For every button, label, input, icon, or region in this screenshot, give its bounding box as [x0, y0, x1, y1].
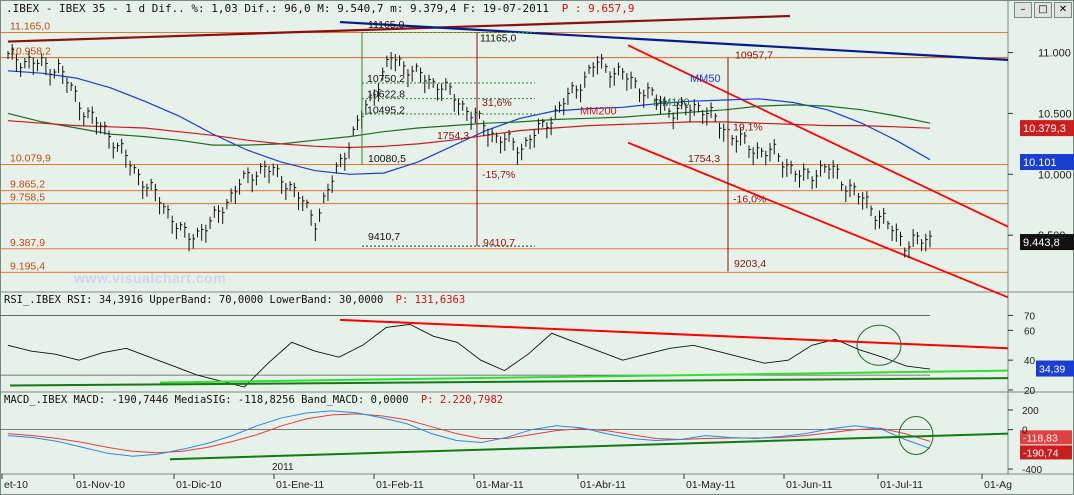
- rsi-header-text: RSI_.IBEX RSI: 34,3916 UpperBand: 70,000…: [4, 294, 384, 306]
- price-header-text: .IBEX - IBEX 35 - 1 d Dif.. %: 1,03 Dif.…: [6, 2, 550, 15]
- chart-annotation: 10495,2: [367, 104, 405, 116]
- maximize-button[interactable]: □: [1034, 2, 1052, 18]
- macd-last-value-label: -118,83: [1023, 432, 1058, 444]
- y-tick-label: 60: [1024, 326, 1036, 337]
- y-tick-label: 10.000: [1038, 169, 1072, 181]
- price-level-label: 9.865,2: [10, 179, 45, 191]
- chart-annotation: 9410,7: [483, 237, 515, 249]
- rsi-header: RSI_.IBEX RSI: 34,3916 UpperBand: 70,000…: [4, 294, 465, 306]
- rsi-last-value-label: 34,39: [1039, 364, 1065, 376]
- chart-annotation: 11165,0: [368, 19, 405, 31]
- price-level-label: 10.079,9: [10, 153, 51, 165]
- year-marker: 2011: [272, 462, 294, 473]
- x-tick-label: 01-Feb-11: [376, 479, 424, 491]
- chart-annotation: 1754,3: [437, 130, 469, 142]
- close-button[interactable]: ✕: [1054, 2, 1072, 18]
- chart-annotation: -16,0%: [733, 193, 766, 205]
- watermark: www.visualchart.com: [74, 270, 227, 286]
- chart-annotation: 31,6%: [482, 97, 512, 109]
- last-value-label: 10.101: [1023, 157, 1057, 169]
- y-tick-label: 10.500: [1038, 108, 1072, 120]
- ma-label-mm200: MM200: [580, 106, 617, 118]
- y-tick-label: 70: [1024, 311, 1036, 322]
- minimize-button[interactable]: –: [1014, 2, 1032, 18]
- x-tick-label: 01-Abr-11: [580, 479, 626, 491]
- y-tick-label: -400: [1022, 465, 1042, 476]
- y-tick-label: 0: [1022, 426, 1028, 437]
- chart-annotation: 19,1%: [733, 121, 763, 133]
- price-level-label: 9.387,9: [10, 237, 45, 249]
- macd-last-value-label: -190,74: [1023, 447, 1059, 459]
- price-level-label: 9.195,4: [10, 260, 45, 272]
- y-tick-label: 40: [1024, 356, 1036, 367]
- y-tick-label: 20: [1024, 386, 1036, 397]
- macd-header-p: P: 2.220,7982: [420, 394, 504, 406]
- chart-window: 11.165,0 10.958,2 10.079,9 9.865,2 9.758,5 9.…: [0, 0, 1074, 495]
- ma-label-mm50: MM50: [690, 73, 721, 85]
- chart-annotation: 9410,7: [368, 231, 400, 243]
- y-tick-label: 200: [1022, 406, 1039, 417]
- x-tick-label: 01-Jun-11: [786, 479, 833, 491]
- chart-annotation: 10957,7: [735, 50, 773, 62]
- x-tick-label: 01-May-11: [686, 479, 736, 491]
- window-controls: – □ ✕: [1014, 2, 1072, 18]
- window-frame: [0, 0, 1074, 495]
- chart-canvas: 11.165,010.958,210.079,99.865,29.758,59.…: [0, 0, 1074, 495]
- chart-annotation: 10080,5: [368, 153, 406, 165]
- chart-annotation: 10750,2: [367, 73, 405, 85]
- x-tick-label: 01-Ag: [984, 479, 1012, 491]
- price-level-label: 9.758,5: [10, 192, 45, 204]
- chart-annotation: 9203,4: [734, 258, 766, 270]
- x-tick-label: 01-Ene-11: [276, 479, 324, 491]
- price-header-p: P : 9.657,9: [561, 2, 635, 15]
- price-level-label: 11.165,0: [10, 20, 50, 32]
- y-tick-label: 9.500: [1038, 230, 1066, 242]
- chart-annotation: 11165,0: [480, 33, 517, 45]
- price-header: .IBEX - IBEX 35 - 1 d Dif.. %: 1,03 Dif.…: [6, 2, 635, 15]
- last-value-label: 10.379,3: [1023, 123, 1066, 135]
- x-tick-label: 01-Dic-10: [176, 479, 222, 491]
- chart-annotation: 1754,3: [688, 153, 720, 165]
- x-tick-label: 01-Nov-10: [76, 479, 125, 491]
- y-tick-label: 11.000: [1038, 48, 1071, 60]
- ma-label-mm100: MM100: [653, 97, 690, 109]
- chart-annotation: -15,7%: [482, 169, 515, 181]
- x-tick-label: et-10: [4, 479, 28, 491]
- macd-header: MACD_.IBEX MACD: -190,7446 MediaSIG: -11…: [4, 394, 503, 406]
- chart-annotation: 10622,8: [367, 89, 405, 101]
- macd-header-text: MACD_.IBEX MACD: -190,7446 MediaSIG: -11…: [4, 394, 409, 406]
- x-tick-label: 01-Mar-11: [476, 479, 524, 491]
- x-tick-label: 01-Jul-11: [880, 479, 923, 491]
- rsi-header-p: P: 131,6363: [395, 294, 466, 306]
